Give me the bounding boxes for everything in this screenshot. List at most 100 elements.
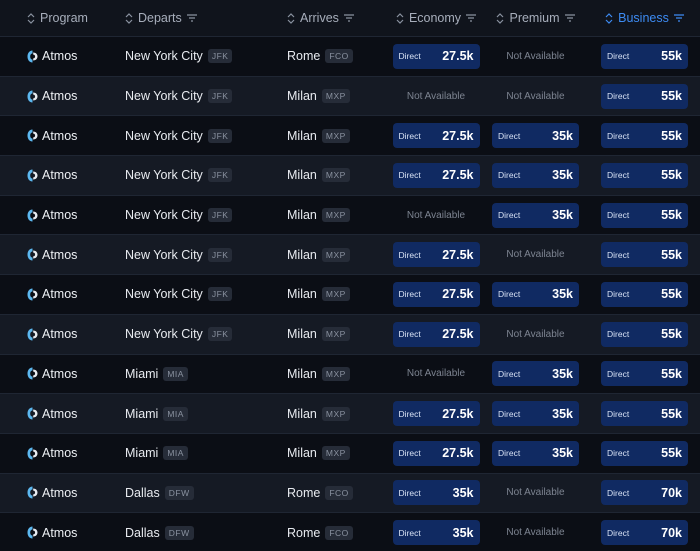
program-cell: Atmos (0, 526, 112, 540)
departure-airport-code: JFK (207, 128, 233, 143)
premium-fare-button[interactable]: Direct 35k (492, 401, 579, 427)
premium-fare-button[interactable]: Direct 35k (492, 361, 579, 387)
economy-cell: Not Available (386, 368, 486, 379)
premium-cell: Direct 35k (486, 162, 585, 188)
departs-cell: New York City JFK (112, 208, 274, 223)
premium-cell: Direct 35k (486, 361, 585, 387)
table-row[interactable]: Atmos Dallas DFW Rome FCO Direct 35k Not … (0, 513, 700, 551)
fare-price: 55k (661, 366, 682, 381)
table-row[interactable]: Atmos New York City JFK Milan MXP Direct… (0, 314, 700, 355)
arrival-city: Milan (287, 128, 317, 143)
atmos-logo-icon (27, 367, 38, 380)
economy-fare-button[interactable]: Direct 27.5k (392, 242, 480, 268)
business-cell: Direct 55k (585, 123, 700, 149)
table-row[interactable]: Atmos New York City JFK Milan MXP Direct… (0, 116, 700, 157)
business-fare-button[interactable]: Direct 55k (601, 123, 688, 149)
economy-cell: Direct 27.5k (386, 162, 486, 188)
program-cell: Atmos (0, 208, 112, 222)
economy-fare-button[interactable]: Direct 27.5k (392, 162, 480, 188)
economy-fare-button[interactable]: Direct 27.5k (392, 123, 480, 149)
business-cell: Direct 55k (585, 321, 700, 347)
business-fare-button[interactable]: Direct 55k (601, 281, 688, 307)
arrival-airport-code: FCO (325, 525, 353, 540)
premium-fare-button[interactable]: Direct 35k (492, 162, 579, 188)
table-row[interactable]: Atmos Dallas DFW Rome FCO Direct 35k Not … (0, 473, 700, 514)
table-row[interactable]: Atmos New York City JFK Milan MXP Direct… (0, 275, 700, 315)
economy-fare-button[interactable]: Direct 27.5k (392, 43, 480, 69)
economy-fare-button[interactable]: Direct 27.5k (392, 281, 480, 307)
table-row[interactable]: Atmos Miami MIA Milan MXP Direct 27.5k Di… (0, 394, 700, 434)
fare-price: 27.5k (442, 327, 474, 342)
arrival-airport-code: MXP (321, 168, 350, 183)
economy-fare-button[interactable]: Direct 35k (392, 520, 480, 546)
filter-icon[interactable] (564, 14, 575, 22)
sort-icon (287, 12, 295, 24)
arrival-city: Milan (287, 446, 317, 461)
arrives-cell: Milan MXP (274, 89, 386, 104)
table-row[interactable]: Atmos Miami MIA Milan MXP Direct 27.5k Di… (0, 433, 700, 474)
arrives-cell: Milan MXP (274, 327, 386, 342)
business-fare-button[interactable]: Direct 55k (601, 321, 688, 347)
program-name: Atmos (42, 327, 78, 342)
business-fare-button[interactable]: Direct 55k (601, 361, 688, 387)
premium-fare-button[interactable]: Direct 35k (492, 440, 579, 466)
column-header-departs[interactable]: Departs (112, 11, 274, 25)
departure-city: New York City (125, 247, 203, 262)
arrives-cell: Rome FCO (274, 525, 386, 540)
business-fare-button[interactable]: Direct 55k (601, 43, 688, 69)
not-available-label: Not Available (506, 328, 565, 340)
premium-cell: Direct 35k (486, 281, 585, 307)
business-fare-button[interactable]: Direct 55k (601, 242, 688, 268)
direct-label: Direct (398, 527, 421, 538)
arrives-cell: Milan MXP (274, 366, 386, 381)
business-fare-button[interactable]: Direct 55k (601, 202, 688, 228)
fare-price: 55k (661, 208, 682, 223)
table-row[interactable]: Atmos New York City JFK Milan MXP Direct… (0, 156, 700, 196)
table-row[interactable]: Atmos New York City JFK Rome FCO Direct 2… (0, 37, 700, 77)
direct-label: Direct (398, 408, 421, 419)
filter-icon[interactable] (343, 14, 354, 22)
table-row[interactable]: Atmos New York City JFK Milan MXP Not Av… (0, 195, 700, 236)
arrival-airport-code: FCO (325, 485, 353, 500)
premium-fare-button[interactable]: Direct 35k (492, 202, 579, 228)
table-row[interactable]: Atmos New York City JFK Milan MXP Not Av… (0, 76, 700, 117)
economy-fare-button[interactable]: Direct 35k (392, 480, 480, 506)
table-row[interactable]: Atmos Miami MIA Milan MXP Not Available … (0, 354, 700, 395)
column-header-economy[interactable]: Economy (386, 11, 486, 25)
sort-icon (125, 12, 133, 24)
filter-icon[interactable] (673, 14, 684, 22)
business-fare-button[interactable]: Direct 70k (601, 480, 688, 506)
fare-price: 35k (552, 208, 573, 223)
business-cell: Direct 55k (585, 162, 700, 188)
business-cell: Direct 70k (585, 520, 700, 546)
departure-airport-code: MIA (163, 406, 188, 421)
table-row[interactable]: Atmos New York City JFK Milan MXP Direct… (0, 235, 700, 276)
column-header-program[interactable]: Program (0, 11, 112, 25)
economy-fare-button[interactable]: Direct 27.5k (392, 440, 480, 466)
business-fare-button[interactable]: Direct 70k (601, 520, 688, 546)
business-fare-button[interactable]: Direct 55k (601, 401, 688, 427)
business-fare-button[interactable]: Direct 55k (601, 83, 688, 109)
column-header-business[interactable]: Business (585, 11, 700, 25)
premium-fare-button[interactable]: Direct 35k (492, 123, 579, 149)
column-header-arrives[interactable]: Arrives (274, 11, 386, 25)
direct-label: Direct (498, 448, 521, 459)
filter-icon[interactable] (186, 14, 197, 22)
fare-price: 35k (552, 128, 573, 143)
premium-cell: Direct 35k (486, 202, 585, 228)
economy-fare-button[interactable]: Direct 27.5k (392, 401, 480, 427)
arrival-airport-code: MXP (321, 406, 350, 421)
business-fare-button[interactable]: Direct 55k (601, 162, 688, 188)
arrival-city: Rome (287, 525, 321, 540)
economy-fare-button[interactable]: Direct 27.5k (392, 321, 480, 347)
direct-label: Direct (607, 527, 630, 538)
column-header-premium[interactable]: Premium (486, 11, 585, 25)
departs-cell: New York City JFK (112, 327, 274, 342)
direct-label: Direct (398, 130, 421, 141)
program-name: Atmos (42, 208, 78, 223)
departs-cell: New York City JFK (112, 168, 274, 183)
filter-icon[interactable] (466, 14, 477, 22)
program-name: Atmos (42, 366, 78, 381)
business-fare-button[interactable]: Direct 55k (601, 440, 688, 466)
premium-fare-button[interactable]: Direct 35k (492, 281, 579, 307)
